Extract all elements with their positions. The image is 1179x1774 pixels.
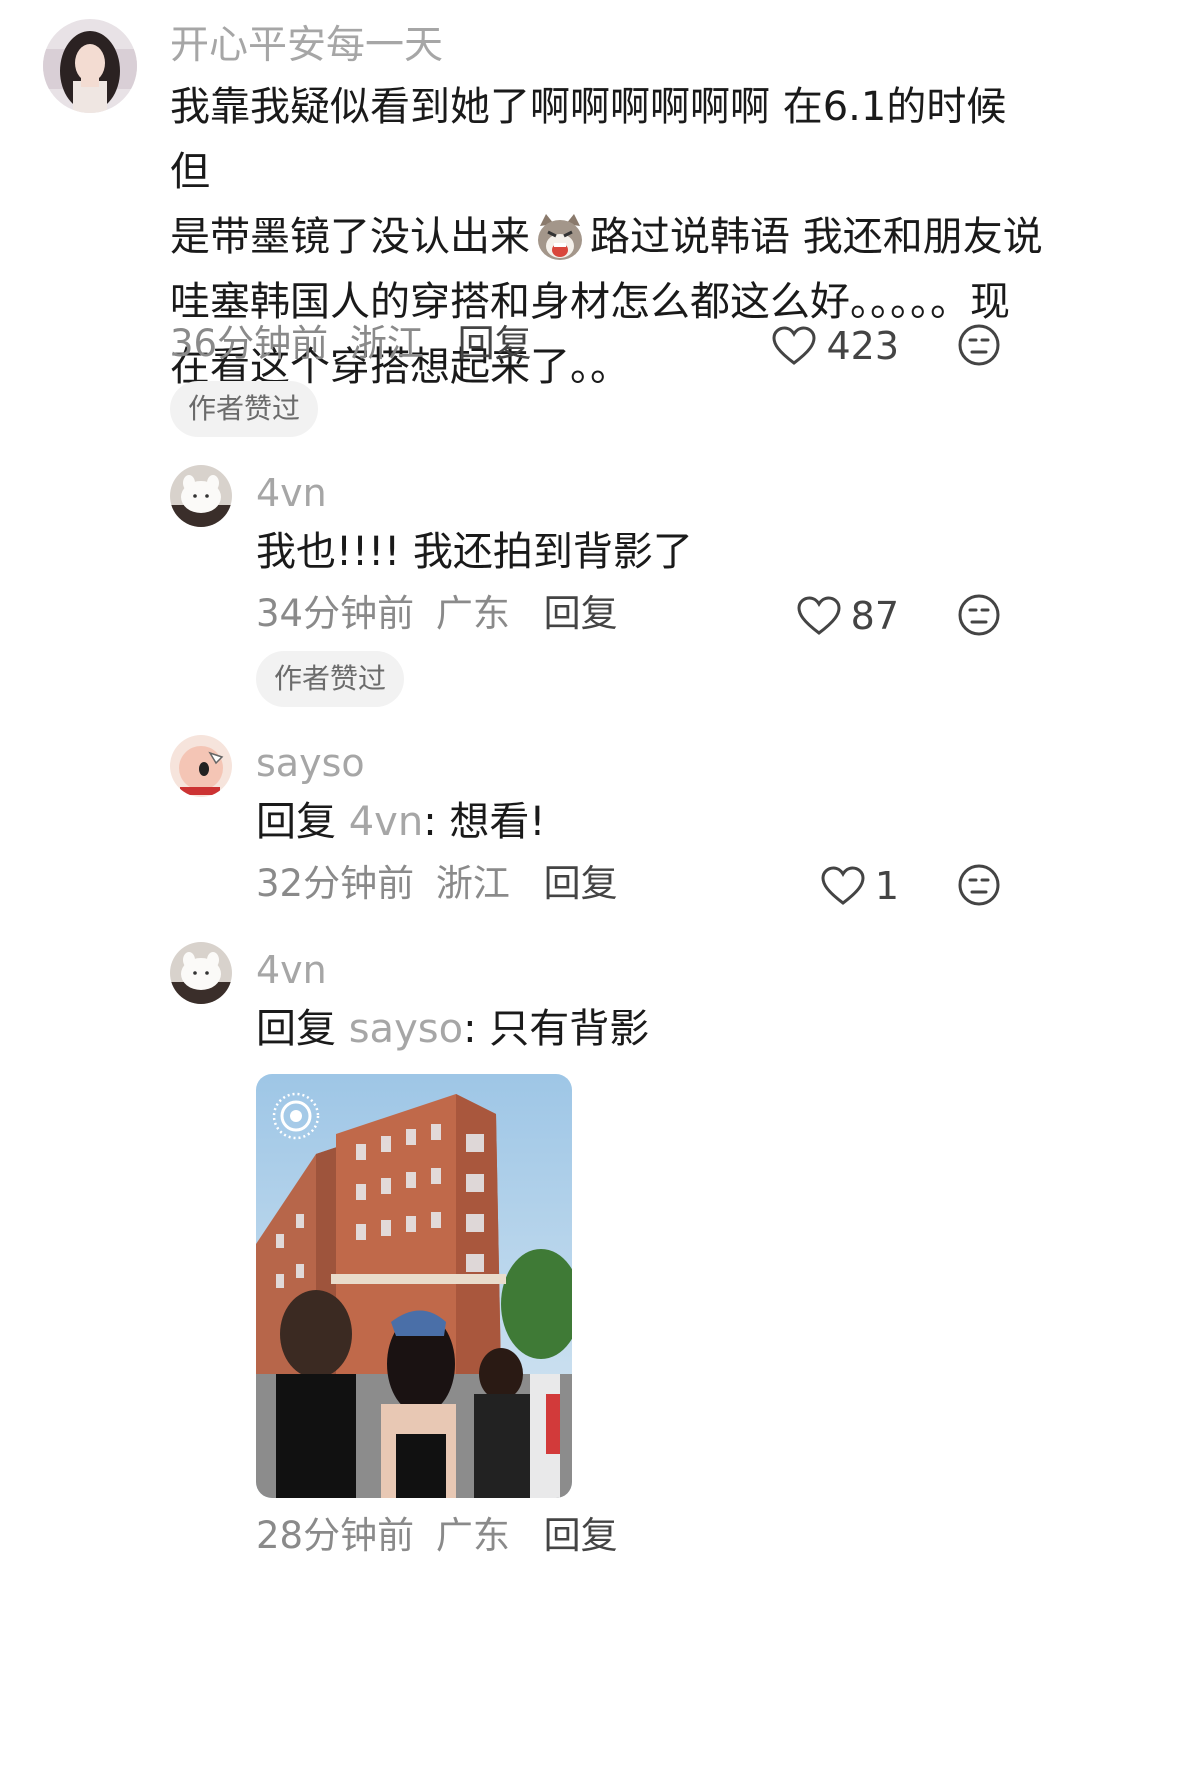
reply-text: : 想看!: [423, 799, 546, 845]
reply-button[interactable]: 回复: [544, 1514, 618, 1557]
timestamp: 36分钟前: [170, 322, 329, 365]
meh-face-icon[interactable]: [957, 593, 1001, 637]
comment-line-part: 路过说韩语 我还和朋友说: [590, 214, 1043, 260]
like-button[interactable]: 87: [797, 592, 899, 640]
comment-line: 我靠我疑似看到她了啊啊啊啊啊啊 在6.1的时候 但: [170, 84, 1007, 195]
author-liked-badge: 作者赞过: [256, 651, 405, 707]
reply-to-username[interactable]: 4vn: [349, 799, 423, 845]
location: 浙江: [435, 862, 510, 905]
reply-prefix: 回复: [256, 799, 336, 845]
comment-meta: 32分钟前 浙江 回复: [256, 860, 618, 908]
reply-text: : 只有背影: [463, 1006, 650, 1052]
cat-emoji-icon: [534, 212, 586, 264]
comment-meta: 34分钟前 广东 回复: [256, 590, 618, 638]
reply-button[interactable]: 回复: [544, 862, 618, 905]
avatar[interactable]: [170, 942, 232, 1004]
reply-button[interactable]: 回复: [458, 322, 532, 365]
location: 广东: [435, 1514, 510, 1557]
heart-icon: [821, 866, 865, 905]
comment-line-part: 是带墨镜了没认出来: [170, 214, 530, 260]
username[interactable]: 开心平安每一天: [170, 22, 443, 70]
avatar[interactable]: [170, 735, 232, 797]
comment-line: 是带墨镜了没认出来 路过说韩语 我还和朋友说: [170, 205, 1043, 270]
comment-meta: 36分钟前 浙江 回复: [170, 320, 532, 368]
meh-face-icon[interactable]: [957, 863, 1001, 907]
avatar[interactable]: [43, 19, 137, 113]
comment-text: 我也!!!! 我还拍到背影了: [256, 529, 693, 575]
like-button[interactable]: 423: [772, 322, 899, 370]
author-liked-badge: 作者赞过: [170, 381, 319, 437]
photo-attachment[interactable]: [256, 1074, 572, 1498]
comment-text: 回复 4vn: 想看!: [256, 790, 545, 855]
reply-prefix: 回复: [256, 1006, 336, 1052]
timestamp: 34分钟前: [256, 592, 415, 635]
username[interactable]: 4vn: [256, 946, 327, 994]
like-count: 423: [826, 324, 899, 368]
heart-icon: [797, 596, 841, 635]
username[interactable]: 4vn: [256, 469, 327, 517]
reply-to-username[interactable]: sayso: [349, 1006, 463, 1052]
meh-face-icon[interactable]: [957, 323, 1001, 367]
timestamp: 28分钟前: [256, 1514, 415, 1557]
like-count: 87: [850, 594, 899, 638]
comment-meta: 28分钟前 广东 回复: [256, 1512, 618, 1560]
location: 浙江: [349, 322, 424, 365]
heart-icon: [772, 326, 816, 365]
username[interactable]: sayso: [256, 739, 365, 787]
location: 广东: [435, 592, 510, 635]
like-button[interactable]: 1: [821, 862, 899, 910]
avatar[interactable]: [170, 465, 232, 527]
comment-text: 回复 sayso: 只有背影: [256, 997, 649, 1062]
reply-button[interactable]: 回复: [544, 592, 618, 635]
timestamp: 32分钟前: [256, 862, 415, 905]
like-count: 1: [874, 864, 899, 908]
